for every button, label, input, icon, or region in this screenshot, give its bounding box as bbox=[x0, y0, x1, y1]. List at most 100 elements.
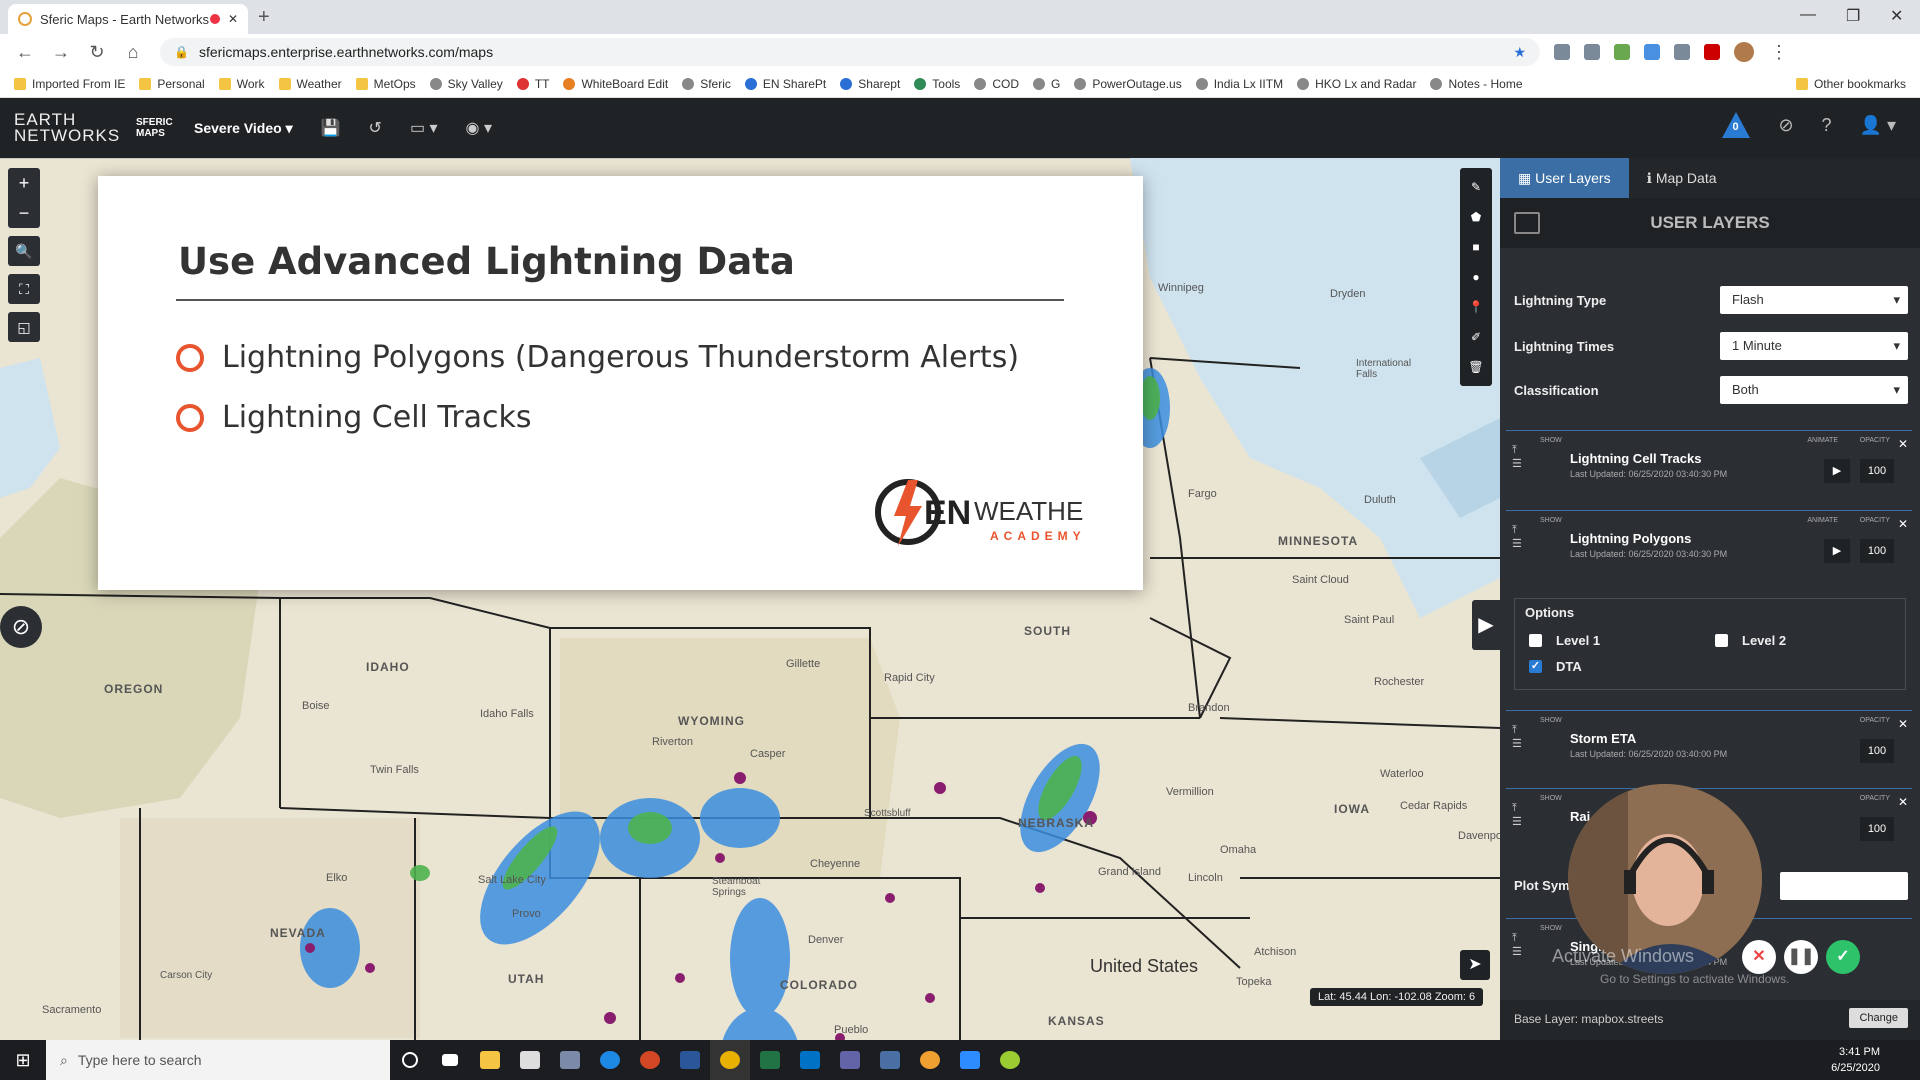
zoom-search-icon[interactable]: 🔍 bbox=[8, 236, 40, 266]
bookmark-item[interactable]: HKO Lx and Radar bbox=[1297, 77, 1416, 91]
extension-icon[interactable] bbox=[1644, 44, 1660, 60]
lightning-times-select[interactable]: 1 Minute bbox=[1720, 332, 1908, 360]
expand-panel-arrow-icon[interactable]: ▶ bbox=[1472, 600, 1500, 650]
drag-handle-icon[interactable]: ⤒ ☰ bbox=[1512, 723, 1522, 751]
save-icon[interactable]: 💾 bbox=[321, 118, 341, 138]
file-explorer-icon[interactable] bbox=[470, 1040, 510, 1080]
draw-circle-icon[interactable]: ● bbox=[1460, 262, 1492, 292]
zoom-in-button[interactable]: + bbox=[8, 168, 40, 198]
bookmark-item[interactable]: EN SharePt bbox=[744, 77, 826, 91]
zoom-icon[interactable] bbox=[950, 1040, 990, 1080]
extension-icon[interactable] bbox=[1614, 44, 1630, 60]
compass-icon[interactable]: ⊘ bbox=[0, 606, 42, 648]
bookmark-item[interactable]: Notes - Home bbox=[1430, 77, 1523, 91]
bookmark-item[interactable]: Sharept bbox=[840, 77, 900, 91]
locate-arrow-icon[interactable]: ➤ bbox=[1460, 950, 1490, 980]
tab-user-layers[interactable]: ▦ User Layers bbox=[1500, 158, 1629, 198]
edit-shapes-icon[interactable]: ✐ bbox=[1460, 322, 1492, 352]
drag-handle-icon[interactable]: ⤒ ☰ bbox=[1512, 931, 1522, 959]
select-area-icon[interactable]: ◱ bbox=[8, 312, 40, 342]
bookmark-item[interactable]: Sky Valley bbox=[429, 77, 503, 91]
extension-icon[interactable] bbox=[1704, 44, 1720, 60]
lightning-type-select[interactable]: Flash bbox=[1720, 286, 1908, 314]
cancel-recording-icon[interactable]: ✕ bbox=[1742, 940, 1776, 974]
bookmark-item[interactable]: G bbox=[1032, 77, 1060, 91]
home-icon[interactable]: ⌂ bbox=[122, 42, 144, 63]
drag-handle-icon[interactable]: ⤒ ☰ bbox=[1512, 523, 1522, 551]
browser-tab[interactable]: Sferic Maps - Earth Networks ✕ bbox=[8, 4, 248, 34]
cortana-icon[interactable] bbox=[390, 1040, 430, 1080]
app-icon[interactable] bbox=[870, 1040, 910, 1080]
app-icon[interactable] bbox=[990, 1040, 1030, 1080]
dta-checkbox[interactable]: ✓ DTA bbox=[1529, 659, 1582, 674]
alerts-icon[interactable]: 0 bbox=[1722, 112, 1751, 138]
powerpoint-icon[interactable] bbox=[630, 1040, 670, 1080]
bookmark-star-icon[interactable]: ★ bbox=[1513, 44, 1526, 61]
profile-avatar[interactable] bbox=[1734, 42, 1754, 62]
remove-layer-icon[interactable]: ✕ bbox=[1898, 437, 1908, 451]
reload-icon[interactable]: ↻ bbox=[86, 42, 108, 63]
extension-icon[interactable] bbox=[1554, 44, 1570, 60]
new-tab-button[interactable]: + bbox=[258, 6, 270, 29]
playback-icon[interactable]: ◉ ▾ bbox=[466, 118, 492, 138]
no-bell-icon[interactable]: ⊘ bbox=[1778, 115, 1793, 136]
classification-select[interactable]: Both bbox=[1720, 376, 1908, 404]
extension-icon[interactable] bbox=[1584, 44, 1600, 60]
display-icon[interactable]: ▭ ▾ bbox=[410, 118, 438, 138]
bookmark-item[interactable]: TT bbox=[516, 77, 549, 91]
teams-icon[interactable] bbox=[830, 1040, 870, 1080]
minimize-icon[interactable]: — bbox=[1800, 6, 1816, 24]
extension-icon[interactable] bbox=[1674, 44, 1690, 60]
excel-icon[interactable] bbox=[750, 1040, 790, 1080]
bookmark-item[interactable]: WhiteBoard Edit bbox=[563, 77, 668, 91]
task-view-icon[interactable] bbox=[430, 1040, 470, 1080]
animate-play-button[interactable]: ▶ bbox=[1824, 539, 1850, 563]
menu-icon[interactable]: ⋮ bbox=[1768, 42, 1790, 63]
animate-play-button[interactable]: ▶ bbox=[1824, 459, 1850, 483]
undo-icon[interactable]: ↺ bbox=[369, 118, 382, 138]
app-icon[interactable] bbox=[550, 1040, 590, 1080]
bookmark-item[interactable]: COD bbox=[974, 77, 1019, 91]
restore-icon[interactable]: ❐ bbox=[1846, 6, 1860, 26]
mode-dropdown[interactable]: Severe Video ▾ bbox=[194, 120, 293, 137]
plot-symbol-select[interactable] bbox=[1780, 872, 1908, 900]
remove-layer-icon[interactable]: ✕ bbox=[1898, 517, 1908, 531]
pause-recording-icon[interactable]: ❚❚ bbox=[1784, 940, 1818, 974]
opacity-input[interactable]: 100 bbox=[1860, 739, 1894, 763]
address-bar[interactable]: 🔒 sfericmaps.enterprise.earthnetworks.co… bbox=[160, 38, 1540, 66]
draw-polygon-icon[interactable]: ⬟ bbox=[1460, 202, 1492, 232]
app-icon[interactable] bbox=[910, 1040, 950, 1080]
place-marker-icon[interactable]: 📍 bbox=[1460, 292, 1492, 322]
taskbar-search[interactable]: ⌕ Type here to search bbox=[46, 1040, 390, 1080]
draw-line-icon[interactable]: ✎ bbox=[1460, 172, 1492, 202]
bookmark-item[interactable]: Tools bbox=[914, 77, 960, 91]
back-icon[interactable]: ← bbox=[14, 42, 36, 63]
outlook-icon[interactable] bbox=[790, 1040, 830, 1080]
tab-map-data[interactable]: ℹ Map Data bbox=[1629, 158, 1735, 198]
remove-layer-icon[interactable]: ✕ bbox=[1898, 717, 1908, 731]
bookmark-item[interactable]: Imported From IE bbox=[14, 77, 125, 91]
close-window-icon[interactable]: ✕ bbox=[1890, 6, 1903, 26]
change-base-layer-button[interactable]: Change bbox=[1849, 1008, 1908, 1028]
edge-icon[interactable] bbox=[590, 1040, 630, 1080]
word-icon[interactable] bbox=[670, 1040, 710, 1080]
chrome-icon[interactable] bbox=[710, 1040, 750, 1080]
user-icon[interactable]: 👤 ▾ bbox=[1860, 115, 1896, 136]
opacity-input[interactable]: 100 bbox=[1860, 539, 1894, 563]
draw-rectangle-icon[interactable]: ■ bbox=[1460, 232, 1492, 262]
forward-icon[interactable]: → bbox=[50, 42, 72, 63]
help-icon[interactable]: ? bbox=[1822, 115, 1832, 136]
drag-handle-icon[interactable]: ⤒ ☰ bbox=[1512, 443, 1522, 471]
bookmark-item[interactable]: India Lx IITM bbox=[1195, 77, 1283, 91]
bookmark-item[interactable]: PowerOutage.us bbox=[1074, 77, 1182, 91]
system-clock[interactable]: 3:41 PM 6/25/2020 bbox=[1831, 1044, 1880, 1076]
bookmark-item[interactable]: Sferic bbox=[682, 77, 731, 91]
opacity-input[interactable]: 100 bbox=[1860, 817, 1894, 841]
bookmark-item[interactable]: Work bbox=[218, 77, 265, 91]
delete-shapes-icon[interactable]: 🗑 bbox=[1460, 352, 1492, 382]
zoom-out-button[interactable]: − bbox=[8, 198, 40, 228]
tab-close-icon[interactable]: ✕ bbox=[228, 12, 238, 26]
windows-start-icon[interactable]: ⊞ bbox=[0, 1050, 46, 1071]
level1-checkbox[interactable]: Level 1 bbox=[1529, 633, 1600, 648]
remove-layer-icon[interactable]: ✕ bbox=[1898, 795, 1908, 809]
